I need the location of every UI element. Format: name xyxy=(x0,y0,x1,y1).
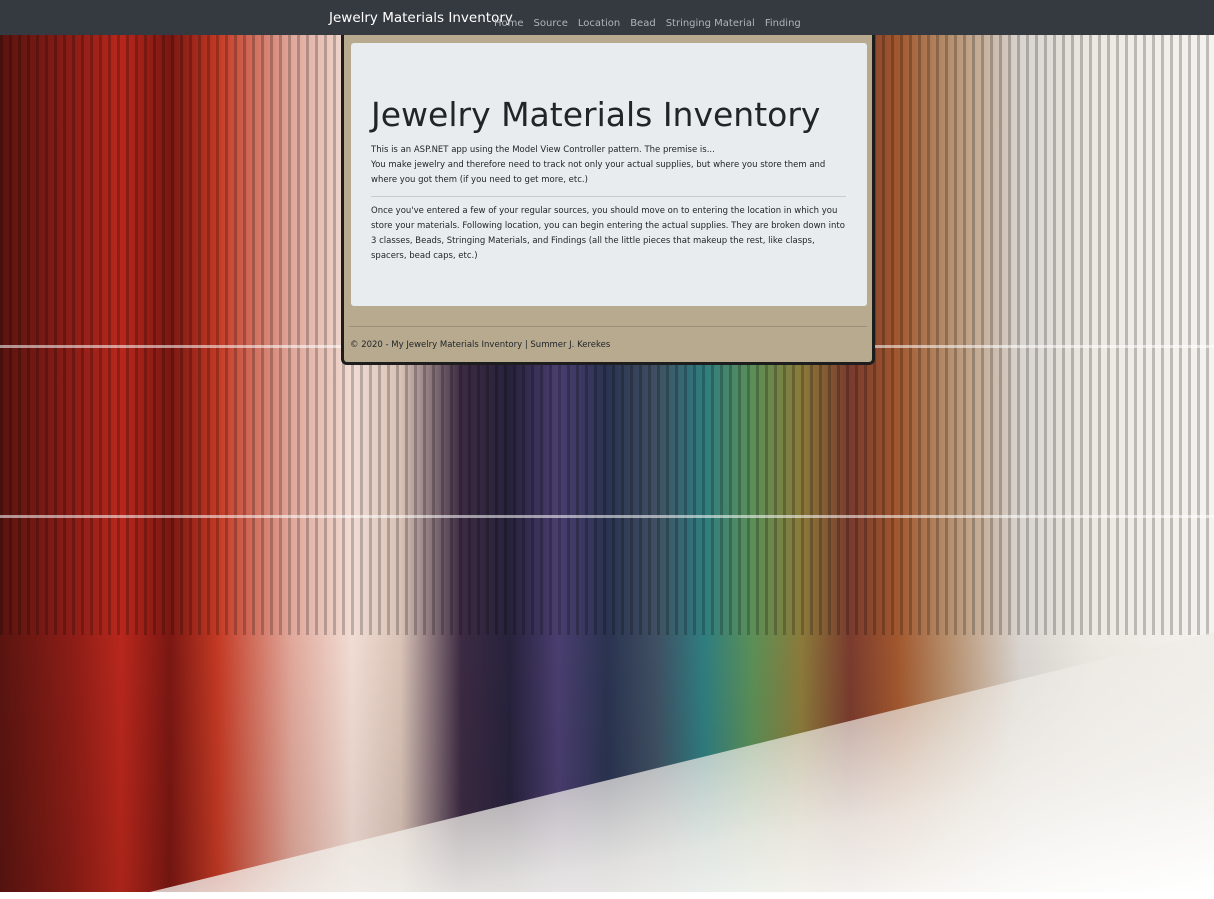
intro-paragraph: This is an ASP.NET app using the Model V… xyxy=(371,143,851,188)
jumbotron: Jewelry Materials Inventory This is an A… xyxy=(351,43,867,306)
footer-copyright: © 2020 - My Jewelry Materials Inventory … xyxy=(350,340,611,350)
page-title: Jewelry Materials Inventory xyxy=(371,95,821,134)
footer-divider xyxy=(349,326,867,327)
intro-line-2: You make jewelry and therefore need to t… xyxy=(371,160,826,185)
nav-links: Home Source Location Bead Stringing Mate… xyxy=(494,11,801,31)
divider xyxy=(371,196,846,197)
nav-link-location[interactable]: Location xyxy=(578,18,620,29)
nav-link-bead[interactable]: Bead xyxy=(630,18,656,29)
intro-line-1: This is an ASP.NET app using the Model V… xyxy=(371,145,715,155)
top-navbar: Jewelry Materials Inventory Home Source … xyxy=(0,0,1214,35)
nav-link-source[interactable]: Source xyxy=(534,18,568,29)
instructions-paragraph: Once you've entered a few of your regula… xyxy=(371,206,845,261)
navbar-brand[interactable]: Jewelry Materials Inventory xyxy=(329,9,513,27)
main-container: Jewelry Materials Inventory This is an A… xyxy=(341,32,875,365)
nav-link-home[interactable]: Home xyxy=(494,18,524,29)
wall-rail xyxy=(0,515,1214,518)
nav-link-stringing-material[interactable]: Stringing Material xyxy=(666,18,755,29)
display-counter xyxy=(150,632,1214,892)
nav-link-finding[interactable]: Finding xyxy=(765,18,801,29)
